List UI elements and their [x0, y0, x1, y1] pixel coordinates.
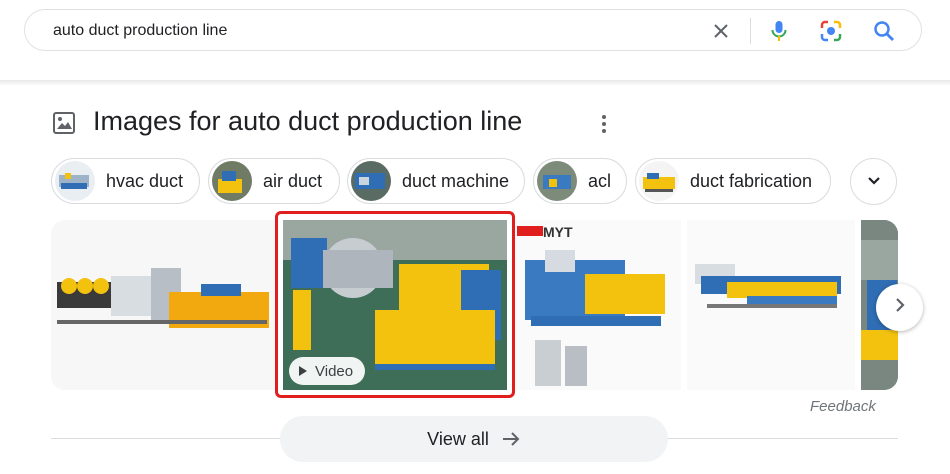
image-result-1[interactable]: [51, 220, 277, 390]
chip-duct-fabrication[interactable]: duct fabrication: [635, 158, 831, 204]
chip-thumbnail: [537, 161, 577, 201]
video-badge-label: Video: [315, 362, 354, 380]
chip-thumbnail: [639, 161, 679, 201]
search-divider: [750, 18, 751, 44]
microphone-icon[interactable]: [767, 19, 791, 43]
chevron-down-icon: [867, 173, 881, 191]
chip-hvac-duct[interactable]: hvac duct: [51, 158, 200, 204]
arrow-right-icon: [501, 431, 521, 447]
search-input[interactable]: [53, 20, 673, 42]
feedback-link[interactable]: Feedback: [810, 398, 876, 415]
search-icon[interactable]: [872, 19, 896, 43]
chip-thumbnail: [351, 161, 391, 201]
gallery-next-button[interactable]: [876, 284, 923, 331]
clear-icon[interactable]: [709, 19, 733, 43]
chip-label: air duct: [263, 170, 323, 191]
section-title: Images for auto duct production line: [93, 106, 523, 136]
chip-acl[interactable]: acl: [533, 158, 627, 204]
chip-label: acl: [588, 170, 612, 191]
watermark-text: MYT: [543, 224, 573, 240]
chip-label: duct fabrication: [690, 170, 813, 191]
chip-thumbnail: [55, 161, 95, 201]
chip-label: hvac duct: [106, 170, 184, 191]
search-bar[interactable]: [24, 9, 922, 51]
image-gallery: Video MYT: [51, 220, 898, 390]
chips-expand-button[interactable]: [850, 158, 897, 205]
image-icon: [52, 111, 76, 135]
image-result-3[interactable]: MYT: [515, 220, 681, 390]
chip-air-duct[interactable]: air duct: [208, 158, 340, 204]
image-result-2-video[interactable]: Video: [283, 220, 507, 390]
play-icon: [299, 366, 307, 376]
chip-label: duct machine: [402, 170, 510, 191]
video-badge: Video: [289, 357, 366, 385]
chip-thumbnail: [212, 161, 252, 201]
view-all-label: View all: [427, 428, 489, 449]
chevron-right-icon: [895, 297, 905, 318]
image-result-4[interactable]: [687, 220, 855, 390]
more-vert-icon[interactable]: [592, 112, 616, 136]
view-all-button[interactable]: View all: [280, 416, 668, 462]
chip-duct-machine[interactable]: duct machine: [347, 158, 525, 204]
lens-camera-icon[interactable]: [819, 19, 843, 43]
header-shadow: [0, 80, 950, 86]
